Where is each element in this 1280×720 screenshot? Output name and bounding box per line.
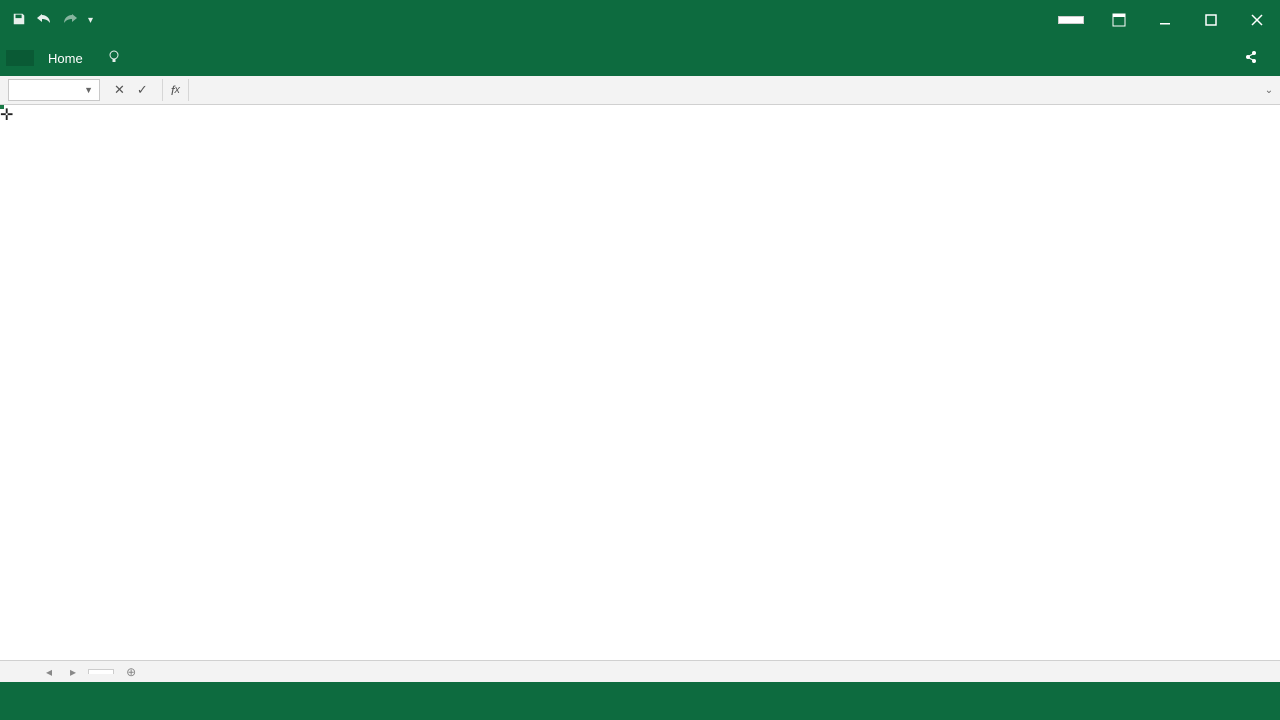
share-button[interactable] — [1234, 50, 1274, 67]
share-icon — [1244, 50, 1258, 67]
close-icon[interactable] — [1234, 0, 1280, 40]
cell-cursor-icon: ✛ — [0, 105, 13, 125]
ribbon-options-icon[interactable] — [1096, 0, 1142, 40]
footer-banner — [0, 682, 1280, 720]
ribbon-tabs: Home — [0, 40, 1280, 76]
formula-bar: ▼ ✕ ✓ fx ⌄ — [0, 76, 1280, 105]
sign-in-button[interactable] — [1058, 16, 1084, 24]
chevron-down-icon[interactable]: ▼ — [84, 85, 93, 95]
sheet-tab-bar: ◂ ▸ ⊕ — [0, 660, 1280, 682]
sheet-nav-next-icon[interactable]: ▸ — [64, 665, 82, 679]
new-sheet-icon[interactable]: ⊕ — [120, 665, 142, 679]
tab-home[interactable]: Home — [34, 43, 97, 74]
lightbulb-icon — [107, 50, 121, 67]
title-bar: ▾ — [0, 0, 1280, 40]
quick-access-toolbar: ▾ — [0, 12, 93, 29]
tab-file[interactable] — [6, 50, 34, 66]
minimize-icon[interactable] — [1142, 0, 1188, 40]
worksheet-grid[interactable]: ✛ — [0, 105, 1280, 675]
sheet-nav-prev-icon[interactable]: ◂ — [40, 665, 58, 679]
redo-icon[interactable] — [62, 12, 78, 29]
sheet-tab[interactable] — [88, 669, 114, 674]
enter-formula-icon[interactable]: ✓ — [137, 82, 148, 98]
maximize-icon[interactable] — [1188, 0, 1234, 40]
undo-icon[interactable] — [36, 12, 52, 29]
save-icon[interactable] — [12, 12, 26, 29]
qat-customize-icon[interactable]: ▾ — [88, 15, 93, 26]
fx-icon[interactable]: fx — [162, 79, 189, 101]
tell-me[interactable] — [107, 50, 129, 67]
name-box[interactable]: ▼ — [8, 79, 100, 101]
cancel-formula-icon[interactable]: ✕ — [114, 82, 125, 98]
active-cell-outline — [0, 105, 4, 109]
expand-formula-icon[interactable]: ⌄ — [1258, 85, 1280, 96]
